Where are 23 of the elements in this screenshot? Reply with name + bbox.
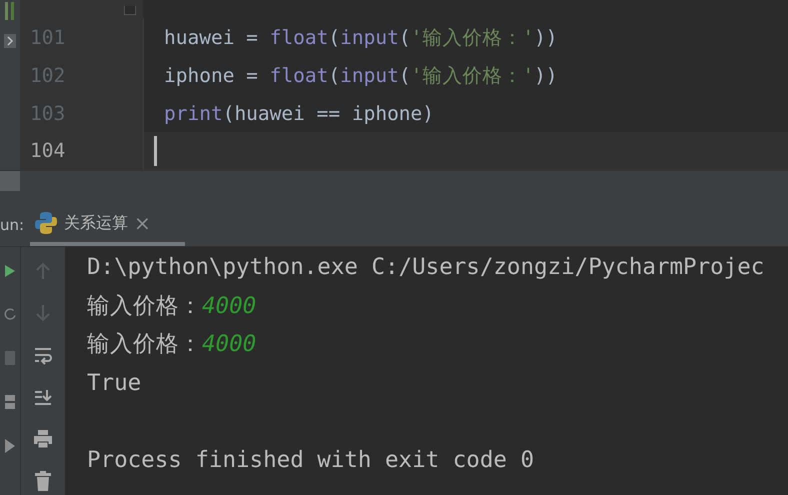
code-line: iphone = float(input('输入价格：')) — [164, 62, 558, 89]
run-icon[interactable] — [5, 265, 15, 277]
console-line: 输入价格：4000 — [87, 330, 256, 360]
scroll-to-end-icon[interactable] — [33, 387, 53, 407]
run-label: un: — [0, 215, 26, 236]
code-line: huawei = float(input('输入价格：')) — [164, 24, 558, 51]
layout-icon[interactable] — [5, 395, 15, 409]
console-line: True — [87, 368, 142, 398]
console-line: 输入价格：4000 — [87, 292, 256, 321]
console-line: Process finished with exit code 0 — [87, 446, 534, 475]
close-icon[interactable]: × — [134, 213, 151, 233]
rerun-icon[interactable] — [3, 307, 17, 321]
soft-wrap-icon[interactable] — [33, 345, 53, 365]
console-line: D:\python\python.exe C:/Users/zongzi/PycharmProjec — [87, 253, 764, 282]
code-line: print(huawei == iphone) — [164, 100, 434, 127]
change-marker-icon — [4, 2, 16, 20]
python-logo-icon — [34, 211, 58, 235]
chevron-right-icon[interactable] — [4, 34, 16, 48]
trash-icon[interactable] — [33, 471, 53, 491]
scrollbar-thumb[interactable] — [0, 171, 20, 191]
text-cursor — [154, 136, 157, 166]
print-icon[interactable] — [33, 429, 53, 449]
line-number: 104 — [29, 138, 66, 164]
